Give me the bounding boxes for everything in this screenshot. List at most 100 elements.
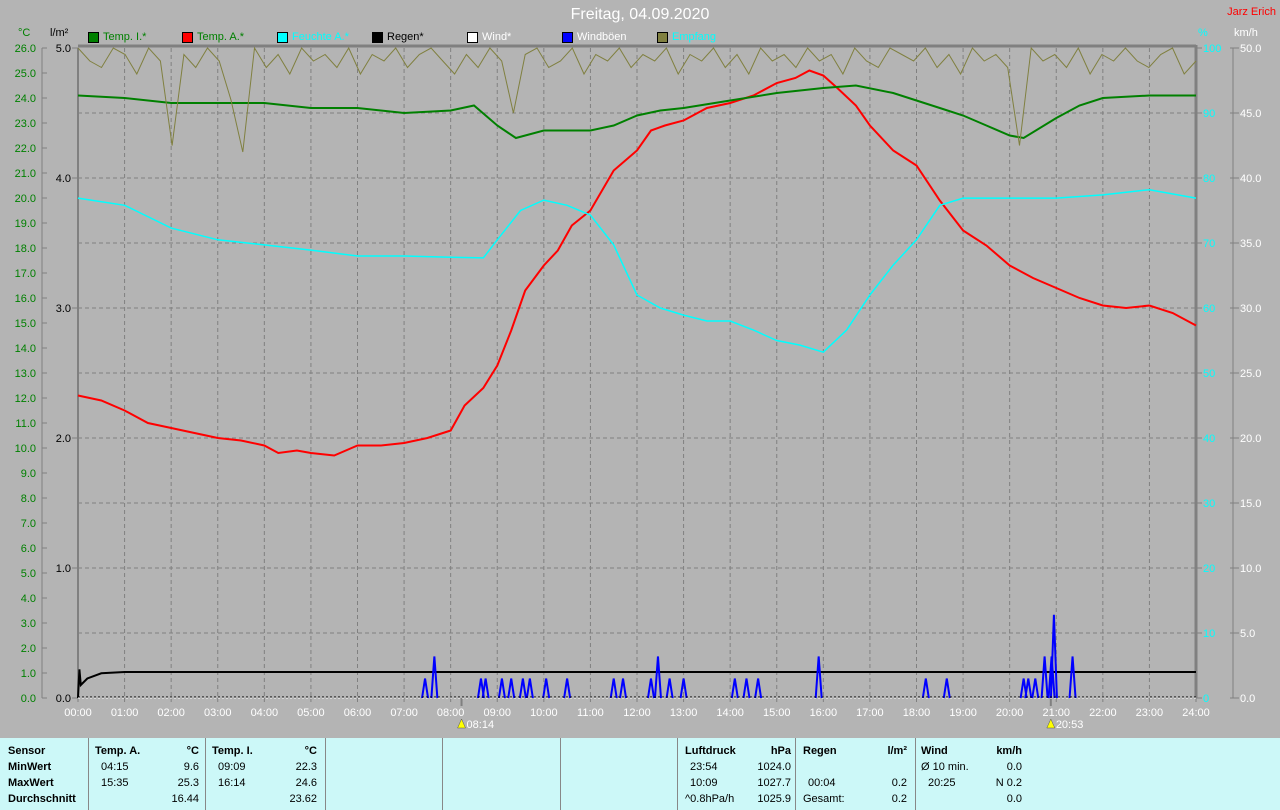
max-time: 10:09 [690,777,718,789]
gust-mark [742,678,751,699]
max-value: 0.2 [891,777,907,789]
rain-tick-label: 0.0 [56,693,71,705]
kmh-tick-label: 0.0 [1240,693,1255,705]
min-value: 1024.0 [757,761,791,773]
min-time: 04:15 [101,761,129,773]
header: Temp. I. [212,745,253,757]
gust-mark [1068,656,1077,699]
percent-tick-label: 60 [1203,303,1215,315]
x-tick-label: 15:00 [763,707,791,719]
celsius-tick-label: 16.0 [15,293,36,305]
min-time: 09:09 [218,761,246,773]
x-tick-label: 08:00 [437,707,465,719]
stats-col-empty [442,738,560,810]
gust-mark [609,678,618,699]
gust-mark [430,656,439,699]
celsius-tick-label: 12.0 [15,393,36,405]
gust-mark [507,678,516,699]
x-tick-label: 23:00 [1136,707,1164,719]
x-tick-label: 13:00 [670,707,698,719]
max-value: 1027.7 [757,777,791,789]
avg-label: Ø 10 min. [921,761,969,773]
kmh-tick-label: 5.0 [1240,628,1255,640]
total-label: Gesamt: [803,793,845,805]
max-time: 15:35 [101,777,129,789]
gust-mark [665,678,674,699]
celsius-tick-label: 14.0 [15,343,36,355]
x-tick-label: 16:00 [810,707,838,719]
avg-value: 23.62 [289,793,317,805]
rain-tick-label: 4.0 [56,173,71,185]
percent-tick-label: 70 [1203,238,1215,250]
max-value: 25.3 [177,777,199,789]
x-tick-label: 10:00 [530,707,558,719]
stats-col-wind: Wind km/h Ø 10 min. 0.0 20:25 N 0.2 0.0 [915,738,1030,810]
avg-value: 0.0 [1006,761,1022,773]
unit: hPa [770,745,791,757]
unit: °C [304,745,317,757]
gust-mark [921,678,930,699]
celsius-tick-label: 10.0 [15,443,36,455]
unit: l/m² [887,745,907,757]
x-tick-label: 02:00 [157,707,185,719]
stats-sensor-label: Sensor [8,745,46,757]
x-tick-label: 09:00 [483,707,511,719]
stats-col-pressure: Luftdruck hPa 23:54 1024.0 10:09 1027.7 … [677,738,795,810]
x-tick-label: 22:00 [1089,707,1117,719]
mean-value: 0.0 [1006,793,1022,805]
series-feuchte-a [77,188,1197,354]
celsius-tick-label: 19.0 [15,218,36,230]
gust-mark [563,678,572,699]
celsius-tick-label: 18.0 [15,243,36,255]
min-time: 23:54 [690,761,718,773]
x-tick-label: 01:00 [111,707,139,719]
weather-chart: 0.0 1.0 2.0 3.0 4.0 5.0 6.0 7.0 8.0 9.0 10.0 11.0 12… [15,43,1262,731]
sunrise-icon [457,718,466,729]
min-value: 22.3 [295,761,317,773]
x-tick-label: 18:00 [903,707,931,719]
gust-mark [754,678,763,699]
gust-mark [421,678,430,699]
header: Luftdruck [685,745,736,757]
stats-table: Sensor MinWert MaxWert Durchschnitt Temp… [0,738,1280,810]
gust-mark [525,678,534,699]
celsius-tick-label: 2.0 [21,643,36,655]
percent-tick-label: 0 [1203,693,1209,705]
x-tick-label: 07:00 [390,707,418,719]
min-value: 9.6 [183,761,199,773]
celsius-tick-label: 21.0 [15,168,36,180]
kmh-tick-label: 15.0 [1240,498,1261,510]
celsius-tick-label: 15.0 [15,318,36,330]
celsius-tick-label: 24.0 [15,93,36,105]
max-time: 20:25 [928,777,956,789]
percent-tick-label: 20 [1203,563,1215,575]
x-tick-label: 24:00 [1182,707,1210,719]
kmh-tick-label: 30.0 [1240,303,1261,315]
percent-tick-label: 40 [1203,433,1215,445]
celsius-tick-label: 13.0 [15,368,36,380]
celsius-tick-label: 1.0 [21,668,36,680]
celsius-tick-label: 17.0 [15,268,36,280]
x-tick-label: 12:00 [623,707,651,719]
sunrise-label: 08:14 [467,719,495,731]
sunset-label: 20:53 [1056,719,1084,731]
kmh-tick-label: 45.0 [1240,108,1261,120]
gust-mark [619,678,628,699]
max-time: 00:04 [808,777,836,789]
gust-mark [1031,678,1040,699]
header: Wind [921,745,948,757]
stats-col-temp-i: Temp. I. °C 09:09 22.3 16:14 24.6 23.62 [205,738,325,810]
gust-mark [730,678,739,699]
celsius-tick-label: 22.0 [15,143,36,155]
percent-tick-label: 10 [1203,628,1215,640]
x-tick-label: 00:00 [64,707,92,719]
rain-tick-label: 5.0 [56,43,71,55]
gust-mark [1040,656,1049,699]
gust-mark [814,656,823,699]
rain-tick-label: 2.0 [56,433,71,445]
rain-tick-label: 1.0 [56,563,71,575]
header: Temp. A. [95,745,141,757]
celsius-tick-label: 8.0 [21,493,36,505]
gust-mark [518,678,527,699]
max-time: 16:14 [218,777,246,789]
